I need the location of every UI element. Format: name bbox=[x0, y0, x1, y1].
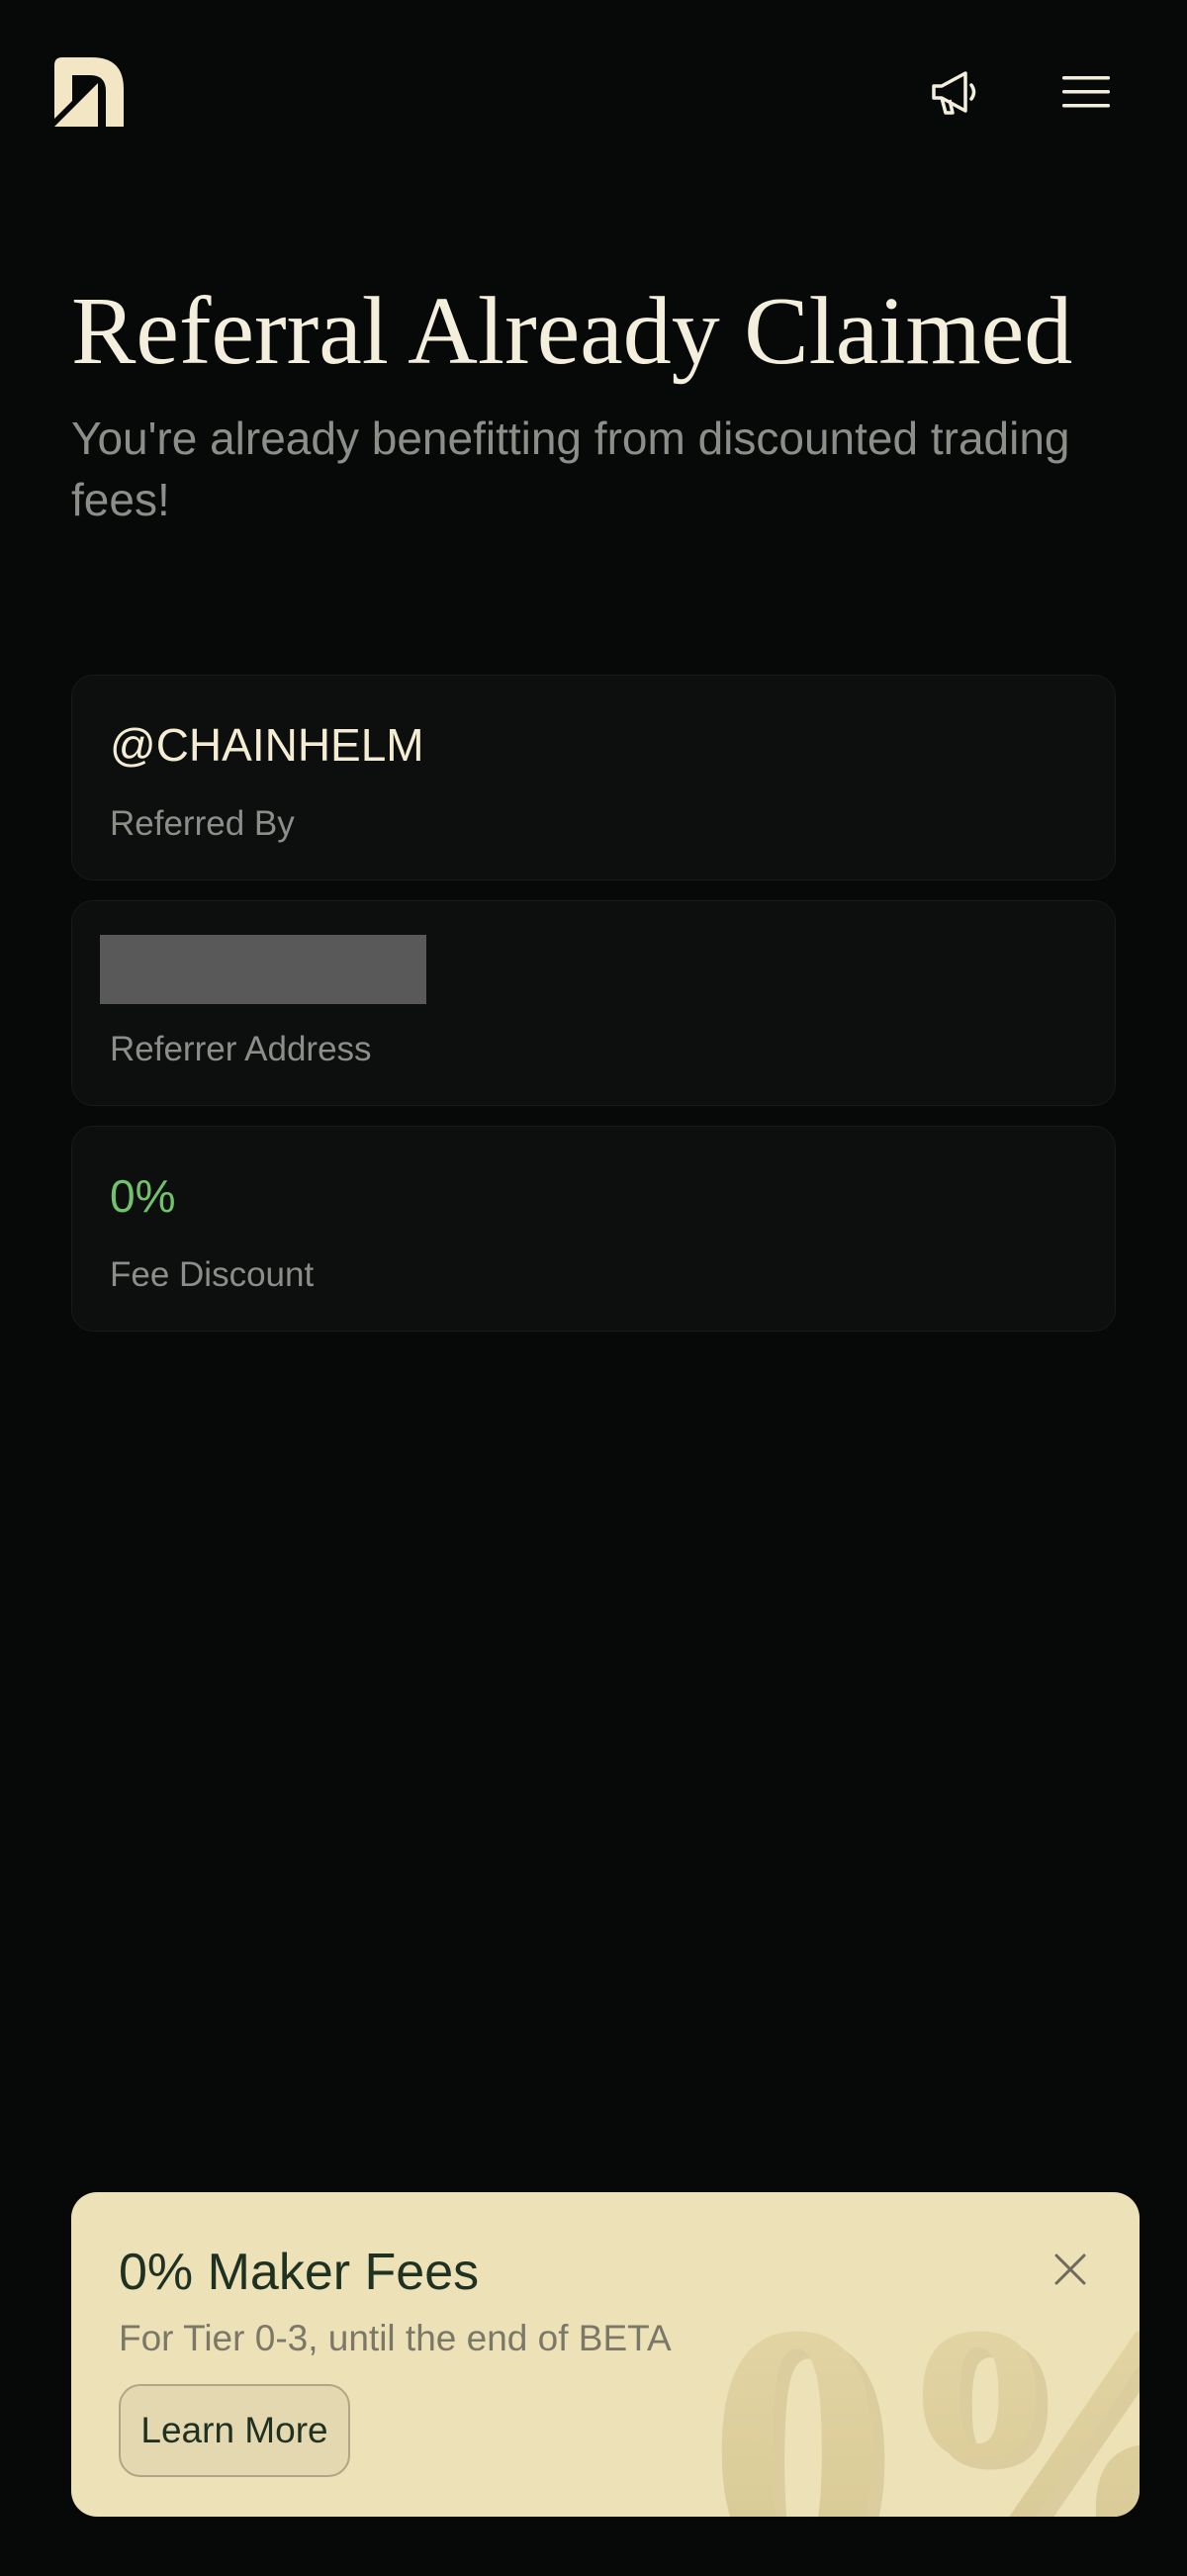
learn-more-button[interactable]: Learn More bbox=[119, 2384, 350, 2477]
referrer-address-card: Referrer Address bbox=[71, 900, 1116, 1106]
fee-discount-label: Fee Discount bbox=[110, 1255, 315, 1294]
close-icon[interactable] bbox=[1049, 2248, 1092, 2291]
referrer-handle: @CHAINHELM bbox=[110, 719, 424, 771]
redacted-address bbox=[100, 935, 426, 1004]
fee-discount-card: 0% Fee Discount bbox=[71, 1126, 1116, 1332]
top-bar bbox=[0, 0, 1187, 188]
fee-discount-value: 0% bbox=[110, 1170, 176, 1222]
promo-subtitle: For Tier 0-3, until the end of BETA bbox=[119, 2318, 672, 2358]
referred-by-label: Referred By bbox=[110, 804, 295, 843]
app-logo-icon[interactable] bbox=[54, 57, 124, 127]
promo-title: 0% Maker Fees bbox=[119, 2244, 480, 2301]
page-subtitle: You're already benefitting from discount… bbox=[71, 413, 1070, 525]
maker-fees-promo-banner: 0% 0% 0% Maker Fees For Tier 0-3, until … bbox=[71, 2192, 1140, 2517]
zero-percent-illustration: 0% 0% bbox=[708, 2251, 1140, 2517]
page-title: Referral Already Claimed bbox=[71, 278, 1073, 385]
megaphone-icon[interactable] bbox=[930, 69, 981, 117]
referred-by-card: @CHAINHELM Referred By bbox=[71, 675, 1116, 880]
referrer-address-label: Referrer Address bbox=[110, 1030, 372, 1068]
hamburger-menu-icon[interactable] bbox=[1062, 75, 1110, 109]
